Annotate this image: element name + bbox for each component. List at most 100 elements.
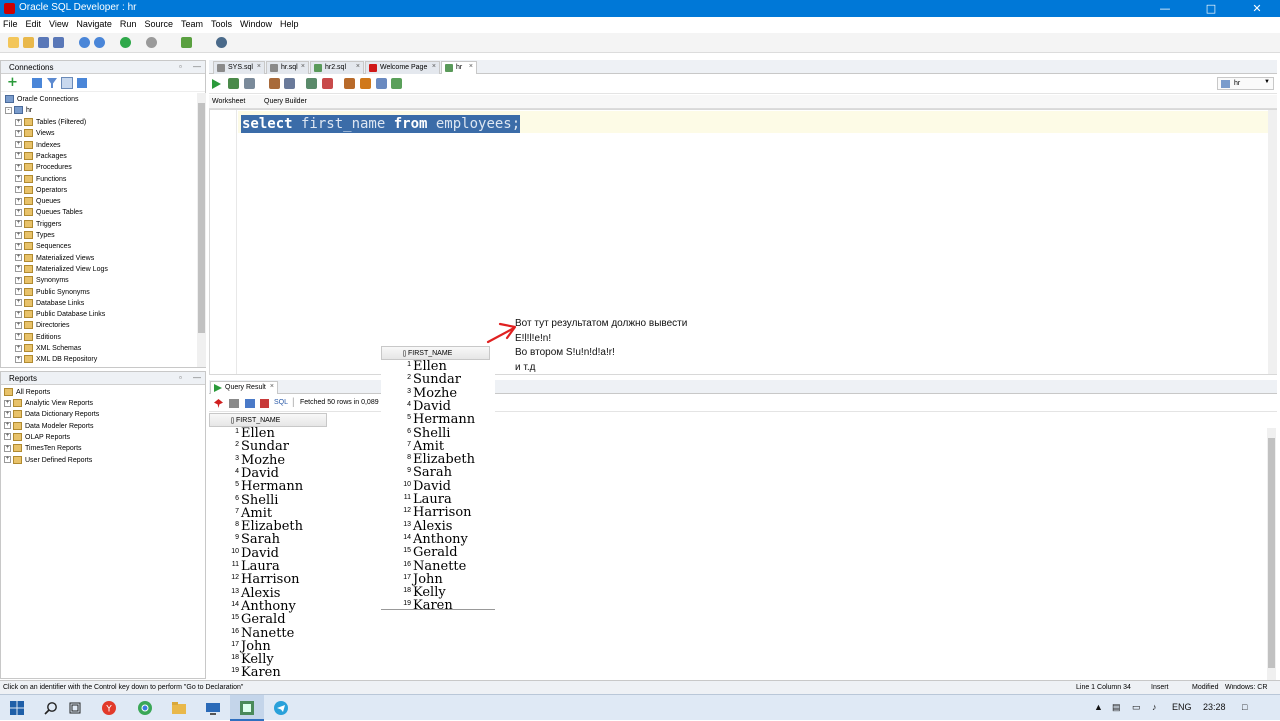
tab-close-icon[interactable]: × [469,63,473,70]
undo-icon[interactable] [79,37,90,48]
forward-icon[interactable] [146,37,157,48]
table-row[interactable]: 15 Gerald [209,613,327,626]
add-connection-icon[interactable]: + [7,76,18,89]
tree-item[interactable]: + Queues [15,197,61,208]
save-icon[interactable] [38,37,49,48]
commit-icon[interactable] [244,78,255,89]
tab-hr-sql[interactable]: hr.sql × [266,61,309,74]
expand-icon[interactable]: + [15,288,22,295]
chrome-button[interactable] [128,695,162,721]
reports-tree-item[interactable]: + TimesTen Reports [4,444,82,455]
sql-statement[interactable]: select first_name from employees; [241,115,521,133]
tree-item[interactable]: + Materialized View Logs [15,264,108,276]
table-row[interactable]: 4 David [209,467,327,480]
tab-close-icon[interactable]: × [257,63,261,70]
menu-help[interactable]: Help [277,17,302,29]
connections-scroll-thumb[interactable] [198,103,205,333]
expand-icon[interactable]: + [15,118,22,126]
table-row[interactable]: 11 Laura [209,560,327,573]
tab-hr2-sql[interactable]: hr2.sql × [310,61,364,74]
cancel-icon[interactable] [260,399,269,408]
table-row[interactable]: 6 Shelli [209,494,327,507]
sql-link[interactable]: SQL [274,399,288,406]
expand-icon[interactable]: + [15,355,22,363]
volume-icon[interactable]: ♪ [1152,702,1157,712]
filter-icon[interactable] [47,78,57,88]
tree-item[interactable]: + Sequences [15,242,71,253]
open-icon[interactable] [23,37,34,48]
table-row[interactable]: 1 Ellen [209,427,327,440]
expand-icon[interactable]: + [4,456,11,463]
run-script-icon[interactable] [228,78,239,89]
task-view-button[interactable] [58,695,92,721]
expand-icon[interactable]: + [15,186,22,194]
menu-source[interactable]: Source [141,17,176,29]
tree-item[interactable]: + Database Links [15,298,84,310]
reports-tree-item[interactable]: + Data Modeler Reports [4,421,93,433]
connections-scrollbar[interactable] [197,93,206,367]
tree-item[interactable]: + Editions [15,332,61,344]
tab-query-builder[interactable]: Query Builder [264,98,307,105]
expand-icon[interactable]: + [4,410,11,418]
binoculars-icon[interactable] [216,37,227,48]
tab-query-result[interactable]: Query Result × [210,381,278,394]
new-icon[interactable] [8,37,19,48]
tree-item[interactable]: + XML DB Repository [15,355,97,366]
tree-item[interactable]: + XML Schemas [15,344,81,355]
table-row[interactable]: 9 Sarah [209,533,327,546]
back-icon[interactable] [120,37,131,48]
network-icon[interactable]: ▤ [1112,702,1121,713]
maximize-button[interactable]: □ [1188,0,1234,17]
expand-icon[interactable]: + [15,321,22,329]
table-row[interactable]: 8 Elizabeth [209,520,327,533]
column-header-first-name[interactable]: FIRST_NAME [209,413,327,427]
expand-icon[interactable]: + [4,444,11,452]
results-scroll-thumb[interactable] [1268,438,1275,668]
tab-close-icon[interactable]: × [356,63,360,70]
expand-icon[interactable]: + [15,344,22,352]
expand-icon[interactable]: + [15,163,22,171]
reports-tree-item[interactable]: + User Defined Reports [4,455,92,467]
file-explorer-button[interactable] [162,695,196,721]
close-button[interactable]: ✕ [1234,0,1280,17]
menu-view[interactable]: View [46,17,71,29]
tree-item[interactable]: + Types [15,231,55,242]
tree-item[interactable]: + Packages [15,151,67,163]
table-row[interactable]: 13 Alexis [209,587,327,600]
results-scrollbar[interactable] [1267,428,1276,680]
tab-welcome-page[interactable]: Welcome Page × [365,61,440,74]
language-indicator[interactable]: ENG [1172,702,1192,712]
expand-icon[interactable]: + [15,197,22,205]
tree-item[interactable]: + Queues Tables [15,208,83,219]
menu-file[interactable]: File [0,17,21,29]
collapse-icon[interactable]: - [5,106,12,114]
tab-worksheet[interactable]: Worksheet [212,98,245,105]
sql-history-icon[interactable] [376,78,387,89]
results-grid[interactable]: FIRST_NAME 1 Ellen 2 Sundar 3 Mozhe 4 David 5 Her… [209,412,1277,680]
tree-item[interactable]: + Materialized Views [15,253,94,265]
notifications-icon[interactable]: □ [1242,702,1247,712]
expand-icon[interactable]: + [15,333,22,341]
table-row[interactable]: 5 Hermann [209,480,327,493]
menu-tools[interactable]: Tools [208,17,235,29]
table-row[interactable]: 17 John [209,640,327,653]
refresh-icon[interactable] [245,399,255,408]
minimize-button[interactable]: — [1142,0,1188,17]
tree-item[interactable]: + Public Synonyms [15,287,90,299]
connection-select[interactable]: hr ▼ [1217,77,1274,90]
table-row[interactable]: 12 Harrison [209,573,327,586]
tree-item[interactable]: + Public Database Links [15,310,105,321]
table-row[interactable]: 14 Anthony [209,600,327,613]
autotrace-icon[interactable] [306,78,317,89]
tree-item[interactable]: + Directories [15,321,69,332]
tab-close-icon[interactable]: × [270,383,274,390]
expand-icon[interactable]: + [15,129,22,137]
redo-icon[interactable] [94,37,105,48]
refresh-icon[interactable] [61,77,73,89]
tab-hr[interactable]: hr × [441,61,477,74]
tree-item[interactable]: + Functions [15,174,66,186]
panel-close-icon[interactable]: — [193,373,201,382]
expand-icon[interactable]: + [15,299,22,307]
rollback-icon[interactable] [269,78,280,89]
expand-icon[interactable]: + [15,254,22,262]
